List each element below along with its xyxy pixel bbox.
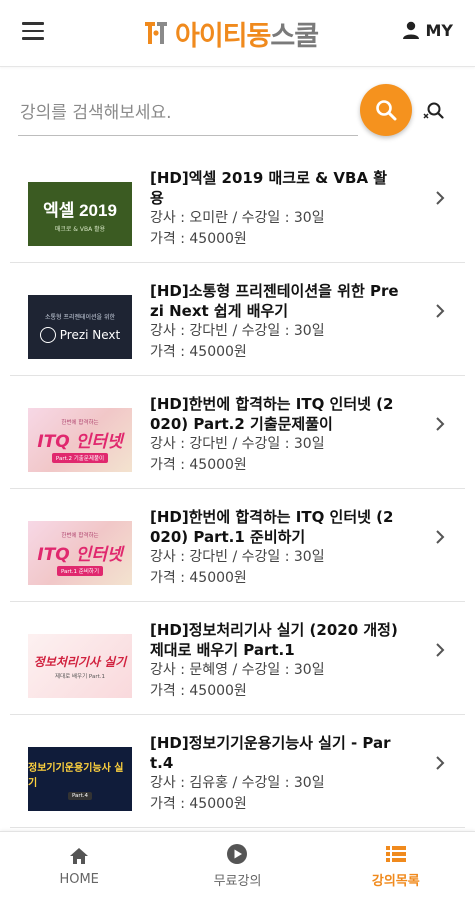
- my-label: MY: [425, 20, 453, 40]
- course-item[interactable]: 정보기기운용기능사 실기 Part.4 [HD]정보기기운용기능사 실기 - P…: [10, 715, 465, 828]
- course-instructor: 강사 : 오미란 / 수강일 : 30일: [150, 210, 325, 226]
- course-title: [HD]한번에 합격하는 ITQ 인터넷 (2020) Part.2 기출문제풀…: [150, 395, 394, 433]
- course-item[interactable]: 한번에 합격하는 ITQ 인터넷 Part.2 기출문제풀이 [HD]한번에 합…: [10, 376, 465, 489]
- prezi-logo-icon: [39, 326, 56, 343]
- course-item[interactable]: 소통형 프리젠테이션을 위한 Prezi Next [HD]소통형 프리젠테이션…: [10, 263, 465, 376]
- course-instructor: 강사 : 강다빈 / 수강일 : 30일: [150, 549, 325, 565]
- logo-text: 아이티동스쿨: [175, 20, 319, 52]
- course-item[interactable]: 정보처리기사 실기 제대로 배우기 Part.1 [HD]정보처리기사 실기 (…: [10, 602, 465, 715]
- chevron-right-icon: [436, 304, 445, 318]
- course-title: [HD]정보처리기사 실기 (2020 개정) 제대로 배우기 Part.1: [150, 621, 398, 659]
- logo-mark-icon: [145, 22, 167, 44]
- course-price: 가격 : 45000원: [150, 344, 247, 360]
- course-list: 엑셀 2019 매크로 & VBA 활용 [HD]엑셀 2019 매크로 & V…: [0, 150, 475, 828]
- chevron-right-icon: [436, 756, 445, 770]
- tab-course-list[interactable]: 강의목록: [317, 832, 475, 900]
- app-header: 아이티동스쿨 MY: [0, 0, 475, 67]
- course-thumbnail: 엑셀 2019 매크로 & VBA 활용: [28, 182, 132, 246]
- tab-free-courses-label: 무료강의: [213, 874, 262, 889]
- course-price: 가격 : 45000원: [150, 796, 247, 812]
- search-input[interactable]: [18, 90, 358, 136]
- tab-home-label: HOME: [59, 872, 99, 887]
- course-price: 가격 : 45000원: [150, 570, 247, 586]
- course-title: [HD]엑셀 2019 매크로 & VBA 활용: [150, 169, 388, 207]
- app-logo[interactable]: 아이티동스쿨: [143, 14, 319, 52]
- hamburger-menu-icon[interactable]: [22, 22, 44, 42]
- play-circle-icon: [227, 844, 248, 864]
- person-icon: [403, 21, 420, 39]
- course-instructor: 강사 : 문혜영 / 수강일 : 30일: [150, 662, 325, 678]
- tab-course-list-label: 강의목록: [371, 874, 420, 889]
- course-item[interactable]: 엑셀 2019 매크로 & VBA 활용 [HD]엑셀 2019 매크로 & V…: [10, 150, 465, 263]
- clear-search-icon[interactable]: [422, 100, 444, 122]
- chevron-right-icon: [436, 643, 445, 657]
- course-instructor: 강사 : 강다빈 / 수강일 : 30일: [150, 323, 325, 339]
- course-title: [HD]소통형 프리젠테이션을 위한 Prezi Next 쉽게 배우기: [150, 282, 399, 320]
- course-price: 가격 : 45000원: [150, 683, 247, 699]
- chevron-right-icon: [436, 530, 445, 544]
- tab-free-courses[interactable]: 무료강의: [158, 832, 316, 900]
- tab-home[interactable]: HOME: [0, 832, 158, 900]
- course-price: 가격 : 45000원: [150, 457, 247, 473]
- course-title: [HD]한번에 합격하는 ITQ 인터넷 (2020) Part.1 준비하기: [150, 508, 394, 546]
- home-icon: [70, 848, 89, 864]
- search-icon: [376, 100, 397, 121]
- course-thumbnail: 소통형 프리젠테이션을 위한 Prezi Next: [28, 295, 132, 359]
- list-icon: [385, 846, 406, 862]
- bottom-tab-bar: HOME 무료강의 강의목록: [0, 831, 475, 900]
- course-thumbnail: 정보기기운용기능사 실기 Part.4: [28, 747, 132, 811]
- course-thumbnail: 한번에 합격하는 ITQ 인터넷 Part.2 기출문제풀이: [28, 408, 132, 472]
- course-title: [HD]정보기기운용기능사 실기 - Part.4: [150, 734, 391, 772]
- chevron-right-icon: [436, 417, 445, 431]
- course-price: 가격 : 45000원: [150, 231, 247, 247]
- course-thumbnail: 정보처리기사 실기 제대로 배우기 Part.1: [28, 634, 132, 698]
- course-instructor: 강사 : 김유홍 / 수강일 : 30일: [150, 775, 325, 791]
- course-thumbnail: 한번에 합격하는 ITQ 인터넷 Part.1 준비하기: [28, 521, 132, 585]
- search-bar: [0, 66, 475, 156]
- course-item[interactable]: 한번에 합격하는 ITQ 인터넷 Part.1 준비하기 [HD]한번에 합격하…: [10, 489, 465, 602]
- chevron-right-icon: [436, 191, 445, 205]
- course-instructor: 강사 : 강다빈 / 수강일 : 30일: [150, 436, 325, 452]
- my-page-button[interactable]: MY: [401, 20, 453, 40]
- search-button[interactable]: [360, 84, 412, 136]
